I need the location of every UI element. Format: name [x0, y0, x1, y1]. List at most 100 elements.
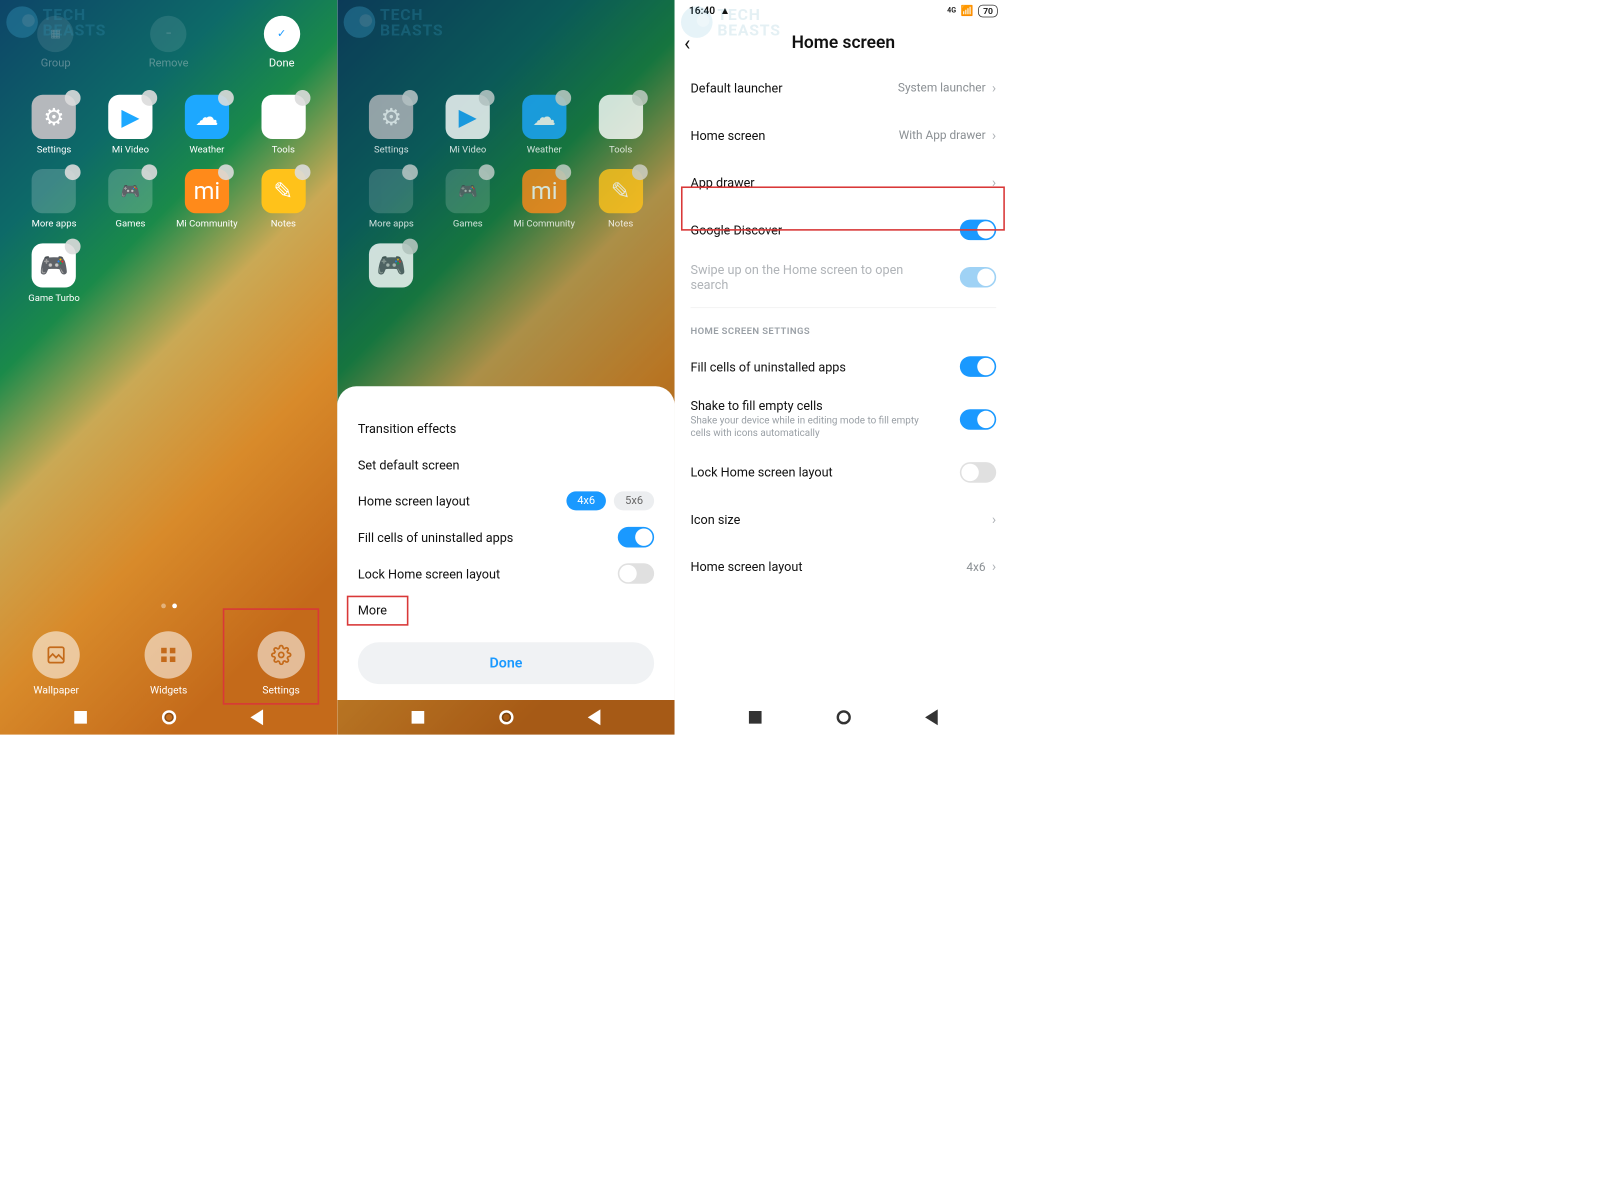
app-label: More apps — [369, 218, 414, 229]
watermark-line2: BEASTS — [43, 22, 106, 38]
back-button[interactable] — [925, 709, 938, 725]
toggle-lock-layout[interactable] — [960, 462, 996, 483]
toggle-swipe-up[interactable] — [960, 267, 996, 288]
app-label: Mi Community — [176, 218, 237, 229]
panel-launcher-settings-sheet: TECH BEASTS ⚙Settings ▶Mi Video ☁Weather… — [337, 0, 674, 735]
row-icon-size[interactable]: Icon size › — [690, 496, 996, 543]
row-label: Shake to fill empty cells — [690, 398, 927, 413]
app-game-turbo[interactable]: 🎮Game Turbo — [21, 243, 88, 303]
app-mi-community[interactable]: miMi Community — [173, 169, 240, 229]
done-button[interactable]: Done — [358, 642, 654, 684]
app-label: Tools — [272, 144, 295, 155]
watermark-line2: BEASTS — [380, 22, 443, 38]
row-label: App drawer — [690, 175, 754, 190]
home-button[interactable] — [162, 710, 176, 724]
done-button[interactable]: ✓ Done — [264, 16, 300, 70]
row-label: Fill cells of uninstalled apps — [358, 530, 513, 545]
widgets-button[interactable]: Widgets — [145, 631, 192, 697]
chevron-right-icon: › — [992, 79, 996, 96]
seg-4x6[interactable]: 4x6 — [566, 491, 606, 510]
row-label: Transition effects — [358, 421, 456, 436]
app-mi-video[interactable]: ▶Mi Video — [97, 95, 164, 155]
row-value: System launcher — [898, 81, 986, 95]
app-label: Weather — [189, 144, 224, 155]
app-game-turbo[interactable]: 🎮 — [358, 243, 425, 287]
layout-segmented: 4x6 5x6 — [566, 491, 654, 510]
watermark: TECH BEASTS — [344, 6, 444, 38]
row-shake-to-fill: Shake to fill empty cells Shake your dev… — [690, 390, 996, 448]
app-more-apps[interactable]: More apps — [358, 169, 425, 229]
wallpaper-button[interactable]: Wallpaper — [33, 631, 80, 697]
gamepad-icon: 🎮 — [32, 243, 76, 287]
row-transition-effects[interactable]: Transition effects — [358, 410, 654, 446]
row-label: More — [358, 602, 387, 617]
gear-icon: ⚙ — [369, 95, 413, 139]
gamepad-icon: 🎮 — [369, 243, 413, 287]
toggle-google-discover[interactable] — [960, 220, 996, 241]
app-mi-community[interactable]: miMi Community — [511, 169, 578, 229]
recents-button[interactable] — [74, 711, 87, 724]
toggle-shake[interactable] — [960, 409, 996, 430]
seg-5x6[interactable]: 5x6 — [614, 491, 654, 510]
app-label: Weather — [527, 144, 562, 155]
row-lock-layout: Lock Home screen layout — [690, 448, 996, 495]
row-fill-cells: Fill cells of uninstalled apps — [690, 343, 996, 390]
app-settings[interactable]: ⚙Settings — [358, 95, 425, 155]
remove-icon: − — [150, 16, 186, 52]
signal-icon: 📶 — [961, 5, 974, 17]
watermark-icon — [681, 6, 713, 38]
app-more-apps[interactable]: More apps — [21, 169, 88, 229]
app-label: Games — [116, 218, 146, 229]
row-fill-cells: Fill cells of uninstalled apps — [358, 519, 654, 555]
row-label: Lock Home screen layout — [358, 566, 500, 581]
home-button[interactable] — [499, 710, 513, 724]
back-button[interactable] — [588, 709, 601, 725]
row-lock-layout: Lock Home screen layout — [358, 555, 654, 591]
app-notes[interactable]: ✎Notes — [587, 169, 654, 229]
settings-button[interactable]: Settings — [257, 631, 304, 697]
row-app-drawer[interactable]: App drawer › — [690, 159, 996, 206]
row-label: Home screen layout — [358, 493, 470, 508]
recents-button[interactable] — [412, 711, 425, 724]
row-home-screen-layout[interactable]: Home screen layout 4x6› — [690, 543, 996, 590]
row-sublabel: Shake your device while in editing mode … — [690, 415, 927, 441]
widgets-label: Widgets — [150, 685, 187, 697]
app-mi-video[interactable]: ▶Mi Video — [434, 95, 501, 155]
gear-icon — [257, 631, 304, 678]
watermark: TECH BEASTS — [6, 6, 106, 38]
app-tools[interactable]: Tools — [250, 95, 317, 155]
app-tools[interactable]: Tools — [587, 95, 654, 155]
row-default-launcher[interactable]: Default launcher System launcher › — [690, 64, 996, 111]
app-games[interactable]: 🎮Games — [97, 169, 164, 229]
done-label: Done — [269, 57, 295, 70]
toggle-fill-cells[interactable] — [960, 356, 996, 377]
row-label: Set default screen — [358, 457, 460, 472]
recents-button[interactable] — [749, 711, 762, 724]
toggle-lock-layout[interactable] — [618, 563, 654, 584]
app-notes[interactable]: ✎Notes — [250, 169, 317, 229]
row-set-default-screen[interactable]: Set default screen — [358, 446, 654, 482]
app-label: More apps — [32, 218, 77, 229]
home-button[interactable] — [836, 710, 850, 724]
row-home-screen-layout: Home screen layout 4x6 5x6 — [358, 483, 654, 519]
chevron-right-icon: › — [992, 559, 996, 576]
group-label: Group — [41, 57, 71, 70]
wallpaper-label: Wallpaper — [33, 685, 79, 697]
app-weather[interactable]: ☁ Weather — [173, 95, 240, 155]
back-button[interactable] — [250, 709, 263, 725]
app-weather[interactable]: ☁Weather — [511, 95, 578, 155]
row-label: Default launcher — [690, 80, 782, 95]
app-games[interactable]: 🎮Games — [434, 169, 501, 229]
app-settings[interactable]: ⚙Settings — [21, 95, 88, 155]
watermark-icon — [344, 6, 376, 38]
pencil-icon: ✎ — [599, 169, 643, 213]
toggle-fill-cells[interactable] — [618, 527, 654, 548]
settings-label: Settings — [262, 685, 300, 697]
row-label: Icon size — [690, 512, 740, 527]
row-more[interactable]: More — [358, 592, 654, 628]
remove-button[interactable]: − Remove — [149, 16, 189, 70]
edit-bottombar: Wallpaper Widgets Settings — [0, 631, 337, 697]
row-home-screen[interactable]: Home screen With App drawer› — [690, 111, 996, 158]
cloud-icon: ☁ — [185, 95, 229, 139]
grid-icon — [145, 631, 192, 678]
